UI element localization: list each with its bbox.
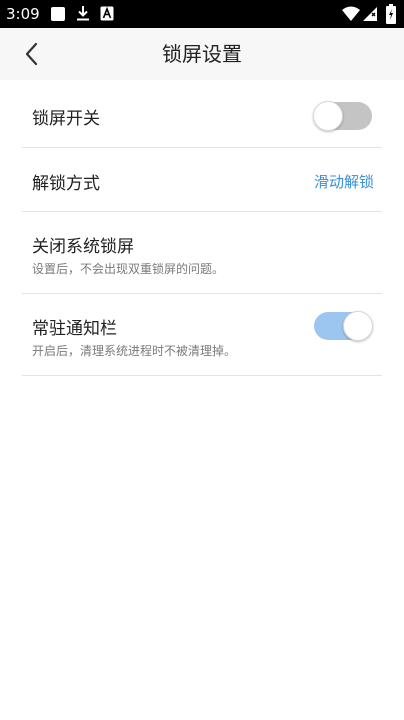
row-title: 关闭系统锁屏	[32, 237, 134, 257]
status-bar: 3:09	[0, 0, 404, 28]
toggle-knob	[313, 101, 343, 131]
battery-icon	[386, 4, 396, 24]
page-title: 锁屏设置	[162, 42, 242, 66]
setting-row-close-system-lock[interactable]: 关闭系统锁屏 设置后，不会出现双重锁屏的问题。	[22, 212, 382, 294]
wifi-icon	[342, 6, 360, 21]
row-description: 开启后，清理系统进程时不被清理掉。	[32, 344, 237, 358]
a-badge-icon	[100, 6, 114, 21]
persistent-notification-toggle[interactable]	[314, 311, 373, 341]
chevron-left-icon	[25, 42, 38, 66]
download-icon	[77, 6, 89, 21]
setting-row-lock-switch: 锁屏开关	[22, 84, 382, 148]
row-title: 解锁方式	[32, 174, 100, 194]
row-title: 常驻通知栏	[32, 319, 117, 339]
unlock-mode-value[interactable]: 滑动解锁	[314, 171, 374, 192]
setting-row-unlock-mode[interactable]: 解锁方式 滑动解锁	[22, 148, 382, 212]
setting-row-persistent-notification: 常驻通知栏 开启后，清理系统进程时不被清理掉。	[22, 294, 382, 376]
lock-switch-toggle[interactable]	[313, 101, 372, 131]
row-description: 设置后，不会出现双重锁屏的问题。	[32, 262, 225, 276]
status-time: 3:09	[6, 5, 40, 23]
row-title: 锁屏开关	[32, 109, 100, 129]
header: 锁屏设置	[0, 28, 404, 80]
back-button[interactable]	[16, 38, 48, 70]
signal-icon	[363, 7, 377, 21]
app-square-icon	[51, 7, 65, 21]
toggle-knob	[343, 311, 373, 341]
